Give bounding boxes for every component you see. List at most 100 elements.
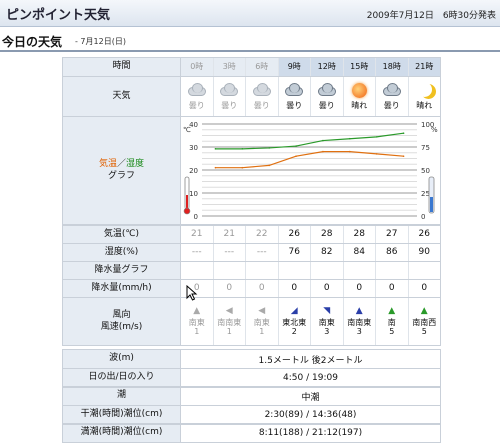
weather-cell: 晴れ — [343, 77, 376, 116]
precip-graph-cell — [278, 262, 311, 279]
cloud-icon — [218, 82, 240, 100]
wind-direction: 東北東 — [282, 317, 307, 327]
marine-info-row: 満潮(時間)潮位(cm) 8:11(188) / 21:12(197) — [63, 423, 440, 442]
marine-info-value: 2:30(89) / 14:36(48) — [181, 406, 440, 424]
wind-direction: 南東 — [253, 317, 270, 327]
humidity-cell: 82 — [311, 244, 344, 261]
left-tick-label: 20 — [189, 167, 198, 175]
wind-cells: ▲ 南東 1 ◀ 南南東 1 ◀ 南東 1 ◢ 東北東 2 ◥ 南東 3 ▲ 南南東 3 ▲ 南 5 ▲ 南南西 5 — [181, 298, 440, 345]
hour-cell: 15時 — [343, 58, 376, 76]
weather-cell: 曇り — [311, 77, 344, 116]
weather-label: 天気 — [63, 77, 181, 116]
marine-info-label: 潮 — [63, 387, 181, 405]
right-tick-label: 25 — [421, 190, 430, 198]
precip-graph-cell — [213, 262, 246, 279]
humidity-row-label: 湿度(%) — [63, 244, 181, 261]
humidity-cell: --- — [213, 244, 246, 261]
mouse-cursor-icon — [186, 285, 198, 301]
precip-cell: 0 — [278, 280, 311, 297]
wind-arrow-icon: ▲ — [420, 305, 428, 316]
hour-cell: 9時 — [278, 58, 311, 76]
humidity-legend-label: 湿度 — [126, 158, 145, 169]
marine-info-value: 8:11(188) / 21:12(197) — [181, 424, 440, 442]
wind-cell: ▲ 南東 1 — [181, 298, 214, 345]
weather-text: 晴れ — [416, 101, 433, 111]
marine-info-row: 日の出/日の入り 4:50 / 19:09 — [63, 368, 440, 387]
hour-cell: 0時 — [181, 58, 214, 76]
temp-cell: 21 — [213, 226, 246, 243]
weather-row: 天気 曇り 曇り 曇り 曇り 曇り 晴れ 曇り 晴れ — [63, 76, 440, 116]
series-point-1 — [241, 148, 244, 150]
sun-icon — [348, 82, 370, 100]
left-tick-label: 0 — [194, 213, 198, 221]
thermometer-bulb — [183, 207, 191, 215]
wind-speed: 1 — [194, 327, 200, 336]
series-point-1 — [214, 148, 217, 150]
wind-speed: 1 — [259, 327, 265, 336]
precip-cell: 0 — [311, 280, 344, 297]
section-heading: 今日の天気 - 7月12日(日) — [0, 30, 500, 52]
wind-direction: 南東 — [188, 317, 205, 327]
weather-cell: 晴れ — [408, 77, 440, 116]
humidity-cell: 90 — [408, 244, 440, 261]
series-point-1 — [375, 136, 378, 138]
wind-direction-label: 風向 — [112, 309, 131, 320]
page-title: 今日の天気 — [2, 35, 63, 49]
right-tick-label: 75 — [421, 144, 430, 152]
cloud-icon — [186, 82, 208, 100]
marine-info-value: 中潮 — [181, 387, 440, 405]
cloud-icon — [251, 82, 273, 100]
weather-text: 曇り — [188, 101, 205, 111]
precip-cell: 0 — [343, 280, 376, 297]
temp-cell: 27 — [376, 226, 409, 243]
wind-arrow-icon: ◀ — [225, 305, 233, 316]
temp-legend-label: 気温 — [98, 158, 117, 169]
wind-direction: 南南東 — [347, 317, 372, 327]
wind-speed: 3 — [356, 327, 362, 336]
precip-graph-cell — [376, 262, 409, 279]
precip-cell: 0 — [408, 280, 440, 297]
wind-arrow-icon: ▲ — [388, 305, 396, 316]
weather-cell: 曇り — [213, 77, 246, 116]
left-tick-label: 30 — [189, 144, 198, 152]
wind-speed-label: 風速(m/s) — [100, 321, 143, 332]
cloud-icon — [283, 82, 305, 100]
marine-info-label: 干潮(時間)潮位(cm) — [63, 406, 181, 424]
time-label: 時間 — [63, 58, 181, 76]
chart-svg: 0102030400255075100℃% — [183, 121, 438, 221]
hour-cell: 3時 — [213, 58, 246, 76]
hour-cell: 21時 — [408, 58, 440, 76]
weather-cell: 曇り — [181, 77, 214, 116]
humidity-cell: 84 — [343, 244, 376, 261]
series-point-0 — [402, 155, 405, 157]
precip-cell: 0 — [213, 280, 246, 297]
left-tick-label: 10 — [189, 190, 198, 198]
weather-text: 曇り — [318, 101, 335, 111]
app-title: ピンポイント天気 — [6, 8, 111, 23]
series-line-0 — [215, 150, 404, 169]
wind-cell: ◀ 南東 1 — [246, 298, 279, 345]
wind-speed: 5 — [421, 327, 427, 336]
precip-graph-cell — [408, 262, 440, 279]
wind-speed: 5 — [389, 327, 395, 336]
weather-cells: 曇り 曇り 曇り 曇り 曇り 晴れ 曇り 晴れ — [181, 77, 440, 116]
temp-row: 気温(℃) 21 21 22 26 28 28 27 26 — [63, 225, 440, 243]
hour-cells: 0時 3時 6時 9時 12時 15時 18時 21時 — [181, 58, 440, 76]
forecast-table: 時間 0時 3時 6時 9時 12時 15時 18時 21時 天気 曇り 曇り 曇り 曇り 曇り 晴れ曇… — [62, 57, 441, 346]
wind-direction: 南南西 — [412, 317, 437, 327]
cloud-icon — [381, 82, 403, 100]
wind-speed: 3 — [324, 327, 330, 336]
series-point-1 — [322, 139, 324, 142]
marine-info-table: 波(m) 1.5メートル 後2メートル 日の出/日の入り 4:50 / 19:09 潮中… — [62, 349, 441, 443]
humidity-cell: --- — [246, 244, 279, 261]
temp-cell: 28 — [311, 226, 344, 243]
wind-speed: 1 — [226, 327, 232, 336]
series-point-0 — [214, 166, 217, 169]
marine-info-label: 満潮(時間)潮位(cm) — [63, 424, 181, 442]
wind-cell: ▲ 南南西 5 — [408, 298, 440, 345]
temp-cell: 21 — [181, 226, 214, 243]
series-point-1 — [349, 137, 351, 140]
series-point-1 — [402, 132, 405, 134]
humidity-cell: --- — [181, 244, 214, 261]
series-point-0 — [349, 150, 351, 153]
